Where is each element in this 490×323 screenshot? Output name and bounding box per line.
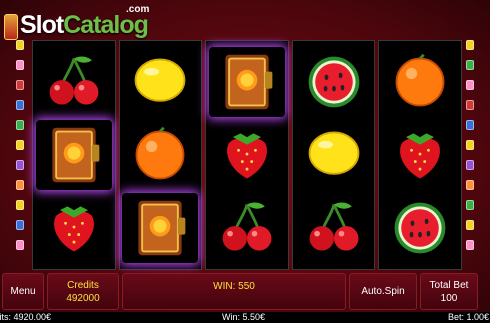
strawberry-icon [53, 206, 94, 252]
reel-cell [296, 120, 372, 190]
control-panel: Menu Credits 492000 WIN: 550 Auto.Spin T… [0, 273, 490, 310]
game-logo-badge [4, 14, 18, 40]
reel-cell [209, 120, 285, 190]
auto-spin-label: Auto.Spin [361, 286, 405, 297]
cherry-icon [222, 202, 272, 251]
logo-text-com: .com [126, 4, 150, 15]
status-win: Win: 5.50€ [222, 312, 266, 322]
cherry-icon [49, 56, 99, 105]
cherry-icon [309, 202, 359, 251]
status-bar: Credits: 4920.00€ Win: 5.50€ Bet: 1.00€ [0, 312, 490, 323]
reel-cell [36, 120, 112, 190]
book-icon [52, 127, 100, 183]
strawberry-icon [227, 133, 267, 179]
reel-cell [382, 120, 458, 190]
reel [378, 40, 462, 270]
payline-marker [466, 240, 474, 250]
win-display: WIN: 550 [122, 273, 346, 310]
menu-button[interactable]: Menu [2, 273, 44, 310]
reel [32, 40, 116, 270]
payline-marker [466, 160, 474, 170]
lemon-icon [135, 58, 186, 102]
payline-marker [16, 100, 24, 110]
reel-cell [296, 193, 372, 263]
watermelon-icon [394, 202, 446, 254]
payline-marker [16, 40, 24, 50]
payline-marker [466, 200, 474, 210]
payline-marker [466, 60, 474, 70]
reel-cell [382, 47, 458, 117]
payline-markers-right [466, 40, 474, 250]
payline-marker [466, 180, 474, 190]
payline-marker [466, 100, 474, 110]
reel [118, 40, 203, 270]
reel [205, 40, 289, 270]
payline-marker [466, 80, 474, 90]
slot-game-screen: Slot Catalog .com Menu Credits 492000 WI… [0, 0, 490, 323]
reel-cell [122, 193, 198, 263]
payline-marker [16, 80, 24, 90]
payline-marker [16, 200, 24, 210]
payline-marker [466, 140, 474, 150]
total-bet-value: 100 [440, 292, 458, 304]
book-icon [138, 201, 186, 256]
logo-text-slot: Slot [20, 11, 64, 39]
reel-cell [36, 47, 112, 117]
strawberry-icon [400, 133, 441, 179]
payline-marker [466, 220, 474, 230]
win-label: WIN: 550 [213, 281, 255, 292]
reels-area [32, 40, 462, 270]
reel-cell [122, 120, 198, 190]
payline-marker [466, 120, 474, 130]
reel-cell [296, 47, 372, 117]
reel-cell [209, 193, 285, 263]
auto-spin-button[interactable]: Auto.Spin [349, 273, 417, 310]
reel-cell [209, 47, 285, 117]
payline-marker [16, 140, 24, 150]
watermelon-icon [308, 56, 359, 108]
payline-marker [16, 120, 24, 130]
payline-marker [16, 220, 24, 230]
total-bet-button[interactable]: Total Bet 100 [420, 273, 478, 310]
lemon-icon [308, 131, 359, 175]
book-icon [225, 54, 273, 109]
reel-cell [36, 193, 112, 263]
logo-text-catalog: Catalog [63, 11, 149, 39]
credits-display: Credits 492000 [47, 273, 119, 310]
slotcatalog-logo: Slot Catalog .com [4, 4, 150, 40]
payline-markers-left [16, 40, 24, 250]
payline-marker [466, 40, 474, 50]
reel-cell [382, 193, 458, 263]
menu-label: Menu [10, 286, 36, 297]
orange-icon [395, 53, 445, 107]
payline-marker [16, 240, 24, 250]
status-credits: Credits: 4920.00€ [0, 312, 52, 322]
credits-label: Credits [67, 279, 99, 291]
payline-marker [16, 180, 24, 190]
payline-marker [16, 60, 24, 70]
total-bet-label: Total Bet [429, 279, 469, 291]
orange-icon [135, 126, 185, 180]
reel [291, 40, 376, 270]
credits-value: 492000 [66, 292, 100, 304]
payline-marker [16, 160, 24, 170]
status-bet: Bet: 1.00€ [448, 312, 490, 322]
reel-cell [122, 47, 198, 117]
